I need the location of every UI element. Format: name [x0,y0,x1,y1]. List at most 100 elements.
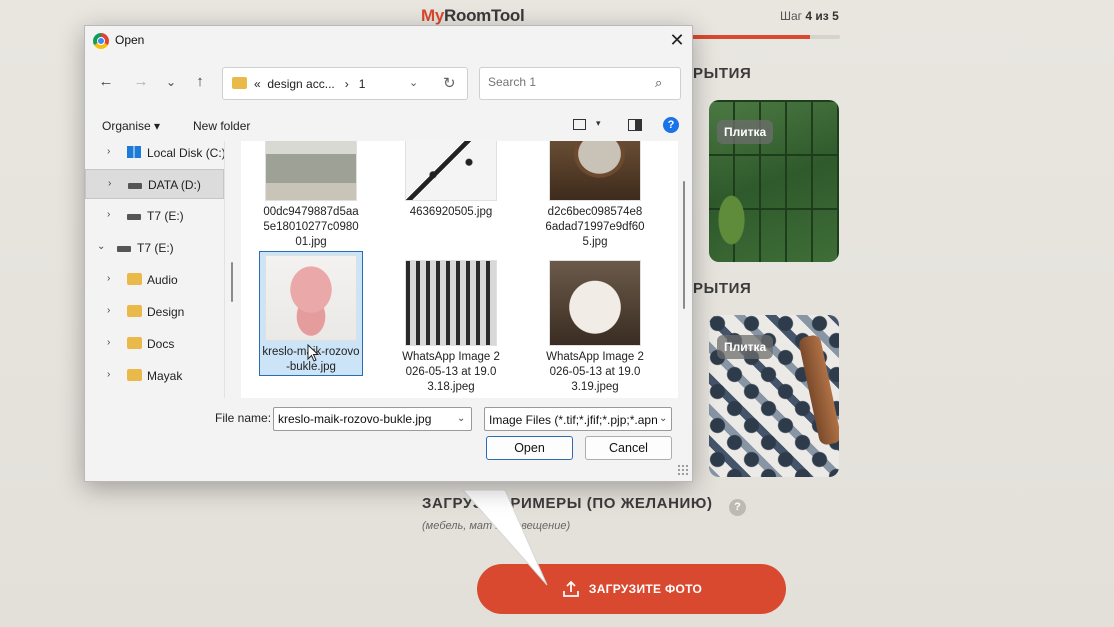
site-logo[interactable]: MyRoomTool [421,6,525,26]
tile-badge: Плитка [717,335,774,359]
chevron-right-icon[interactable]: › [107,337,110,348]
black-chandelier-thumbnail [405,141,497,201]
back-button[interactable]: ← [95,71,117,93]
chevron-right-icon[interactable]: › [107,146,110,157]
tree-scrollbar[interactable] [231,262,233,302]
folder-icon [127,273,142,285]
file-item[interactable]: WhatsApp Image 2026-05-13 at 19.03.19.jp… [543,256,647,395]
chevron-down-icon[interactable]: ⌄ [97,241,105,252]
view-dropdown-icon[interactable]: ▾ [596,118,601,129]
upload-photo-button[interactable]: ЗАГРУЗИТЕ ФОТО [477,564,786,614]
forward-button[interactable]: → [130,71,152,93]
tree-item[interactable]: › T7 (E:) [85,201,224,231]
file-name: WhatsApp Image 2026-05-13 at 19.03.19.jp… [546,351,644,393]
upload-subtitle: (мебель, мат ы, освещение) [422,520,571,532]
tile-badge: Плитка [717,120,774,144]
progress-fill [690,35,810,39]
breadcrumb-item[interactable]: design acc... [267,77,334,91]
drive-icon [128,183,142,189]
tree-item-label: Docs [147,337,175,351]
open-button[interactable]: Open [486,436,573,460]
view-mode-icon[interactable] [573,119,586,130]
dialog-titlebar[interactable]: Open ✕ [85,26,692,55]
refresh-icon[interactable]: ↻ [443,74,456,92]
tree-item-label: T7 (E:) [137,241,174,255]
file-name-label: File name: [215,411,272,425]
chevron-down-icon[interactable]: ⌄ [659,413,668,424]
breadcrumb: « design acc... › 1 [254,77,366,91]
chevron-right-icon[interactable]: › [108,178,111,189]
tree-item-label: Audio [147,273,178,287]
search-input[interactable] [488,75,648,89]
tree-item[interactable]: › Local Disk (C:) [85,141,224,168]
section-heading-2: РЫТИЯ [693,280,752,297]
new-folder-button[interactable]: New folder [193,119,250,133]
grey-sofa-thumbnail [265,141,357,201]
tree-item-label: T7 (E:) [147,209,184,223]
tree-item[interactable]: › Docs [85,329,224,359]
chevron-down-icon[interactable]: ⌄ [457,413,465,424]
file-name: 00dc9479887d5aa5e18010277c098001.jpg [263,206,359,248]
upload-icon [563,580,579,597]
folder-icon [232,77,247,89]
tree-item-label: Mayak [147,369,183,383]
search-icon[interactable]: ⌕ [655,75,662,91]
recent-locations-button[interactable]: ⌄ [160,71,182,93]
folder-icon [127,369,142,381]
preview-pane-icon[interactable] [628,119,642,131]
upload-heading: ЗАГРУЗИ ПРИМЕРЫ (ПО ЖЕЛАНИЮ) [422,495,713,512]
plant-decor [709,192,754,262]
folder-icon [127,337,142,349]
file-item[interactable]: 4636920505.jpg [399,141,503,220]
white-armchair-thumbnail [549,260,641,346]
address-bar[interactable]: « design acc... › 1 ⌄ ↻ [222,67,468,100]
tree-item[interactable]: ⌄ T7 (E:) [85,233,224,263]
dialog-title: Open [115,33,145,47]
tree-item[interactable]: › DATA (D:) [85,169,224,199]
chevron-right-icon[interactable]: › [107,273,110,284]
tree-item-label: Design [147,305,185,319]
search-box[interactable]: ⌕ [479,67,681,100]
drive-icon [117,246,131,252]
breadcrumb-item[interactable]: 1 [359,77,366,91]
help-icon[interactable]: ? [663,117,679,133]
chevron-down-icon[interactable]: ⌄ [409,76,418,89]
file-list-scrollbar[interactable] [683,181,685,309]
cancel-button[interactable]: Cancel [585,436,672,460]
step-indicator: Шаг 4 из 5 [780,9,839,23]
file-name-input[interactable] [278,412,453,426]
up-button[interactable]: ↑ [189,71,211,93]
file-name: WhatsApp Image 2026-05-13 at 19.03.18.jp… [402,351,500,393]
file-item[interactable]: WhatsApp Image 2026-05-13 at 19.03.18.jp… [399,256,503,395]
file-item[interactable]: 00dc9479887d5aa5e18010277c098001.jpg [259,141,363,250]
tree-item-label: Local Disk (C:) [147,146,225,160]
file-item[interactable]: d2c6bec098574e86adad71997e9df605.jpg [543,141,647,250]
organise-menu[interactable]: Organise ▾ [102,119,160,133]
progress-bar [690,35,840,39]
chevron-right-icon[interactable]: › [107,209,110,220]
drive-icon [127,214,141,220]
chrome-icon [93,33,109,49]
folder-icon [127,305,142,317]
tree-item[interactable]: › Mayak [85,361,224,391]
navigation-tree: › Local Disk (C:) › DATA (D:) › T7 (E:) ⌄ T7 (E… [85,141,225,398]
section-heading-1: РЫТИЯ [693,65,752,82]
breadcrumb-separator-icon: › [344,77,349,91]
resize-grip[interactable] [677,464,689,476]
open-file-dialog: Open ✕ ← → ⌄ ↑ « design acc... › 1 ⌄ ↻ ⌕… [84,25,693,482]
tree-item[interactable]: › Design [85,297,224,327]
chevron-right-icon[interactable]: › [107,305,110,316]
help-icon[interactable]: ? [729,499,746,516]
tile-option-green[interactable]: Плитка [709,100,839,262]
file-name: d2c6bec098574e86adad71997e9df605.jpg [545,206,645,248]
navigation-bar: ← → ⌄ ↑ « design acc... › 1 ⌄ ↻ ⌕ [85,55,692,109]
tree-item[interactable]: › Audio [85,265,224,295]
close-button[interactable]: ✕ [665,29,689,51]
file-name: 4636920505.jpg [409,206,493,218]
pink-armchair-thumbnail [265,255,357,341]
tile-option-pattern[interactable]: Плитка [709,315,839,477]
file-type-select[interactable]: Image Files (*.tif;*.jfif;*.pjp;*.apng ⌄ [484,407,672,431]
chevron-right-icon[interactable]: › [107,369,110,380]
plaid-armchair-thumbnail [405,260,497,346]
file-name-combobox[interactable]: ⌄ [273,407,472,431]
